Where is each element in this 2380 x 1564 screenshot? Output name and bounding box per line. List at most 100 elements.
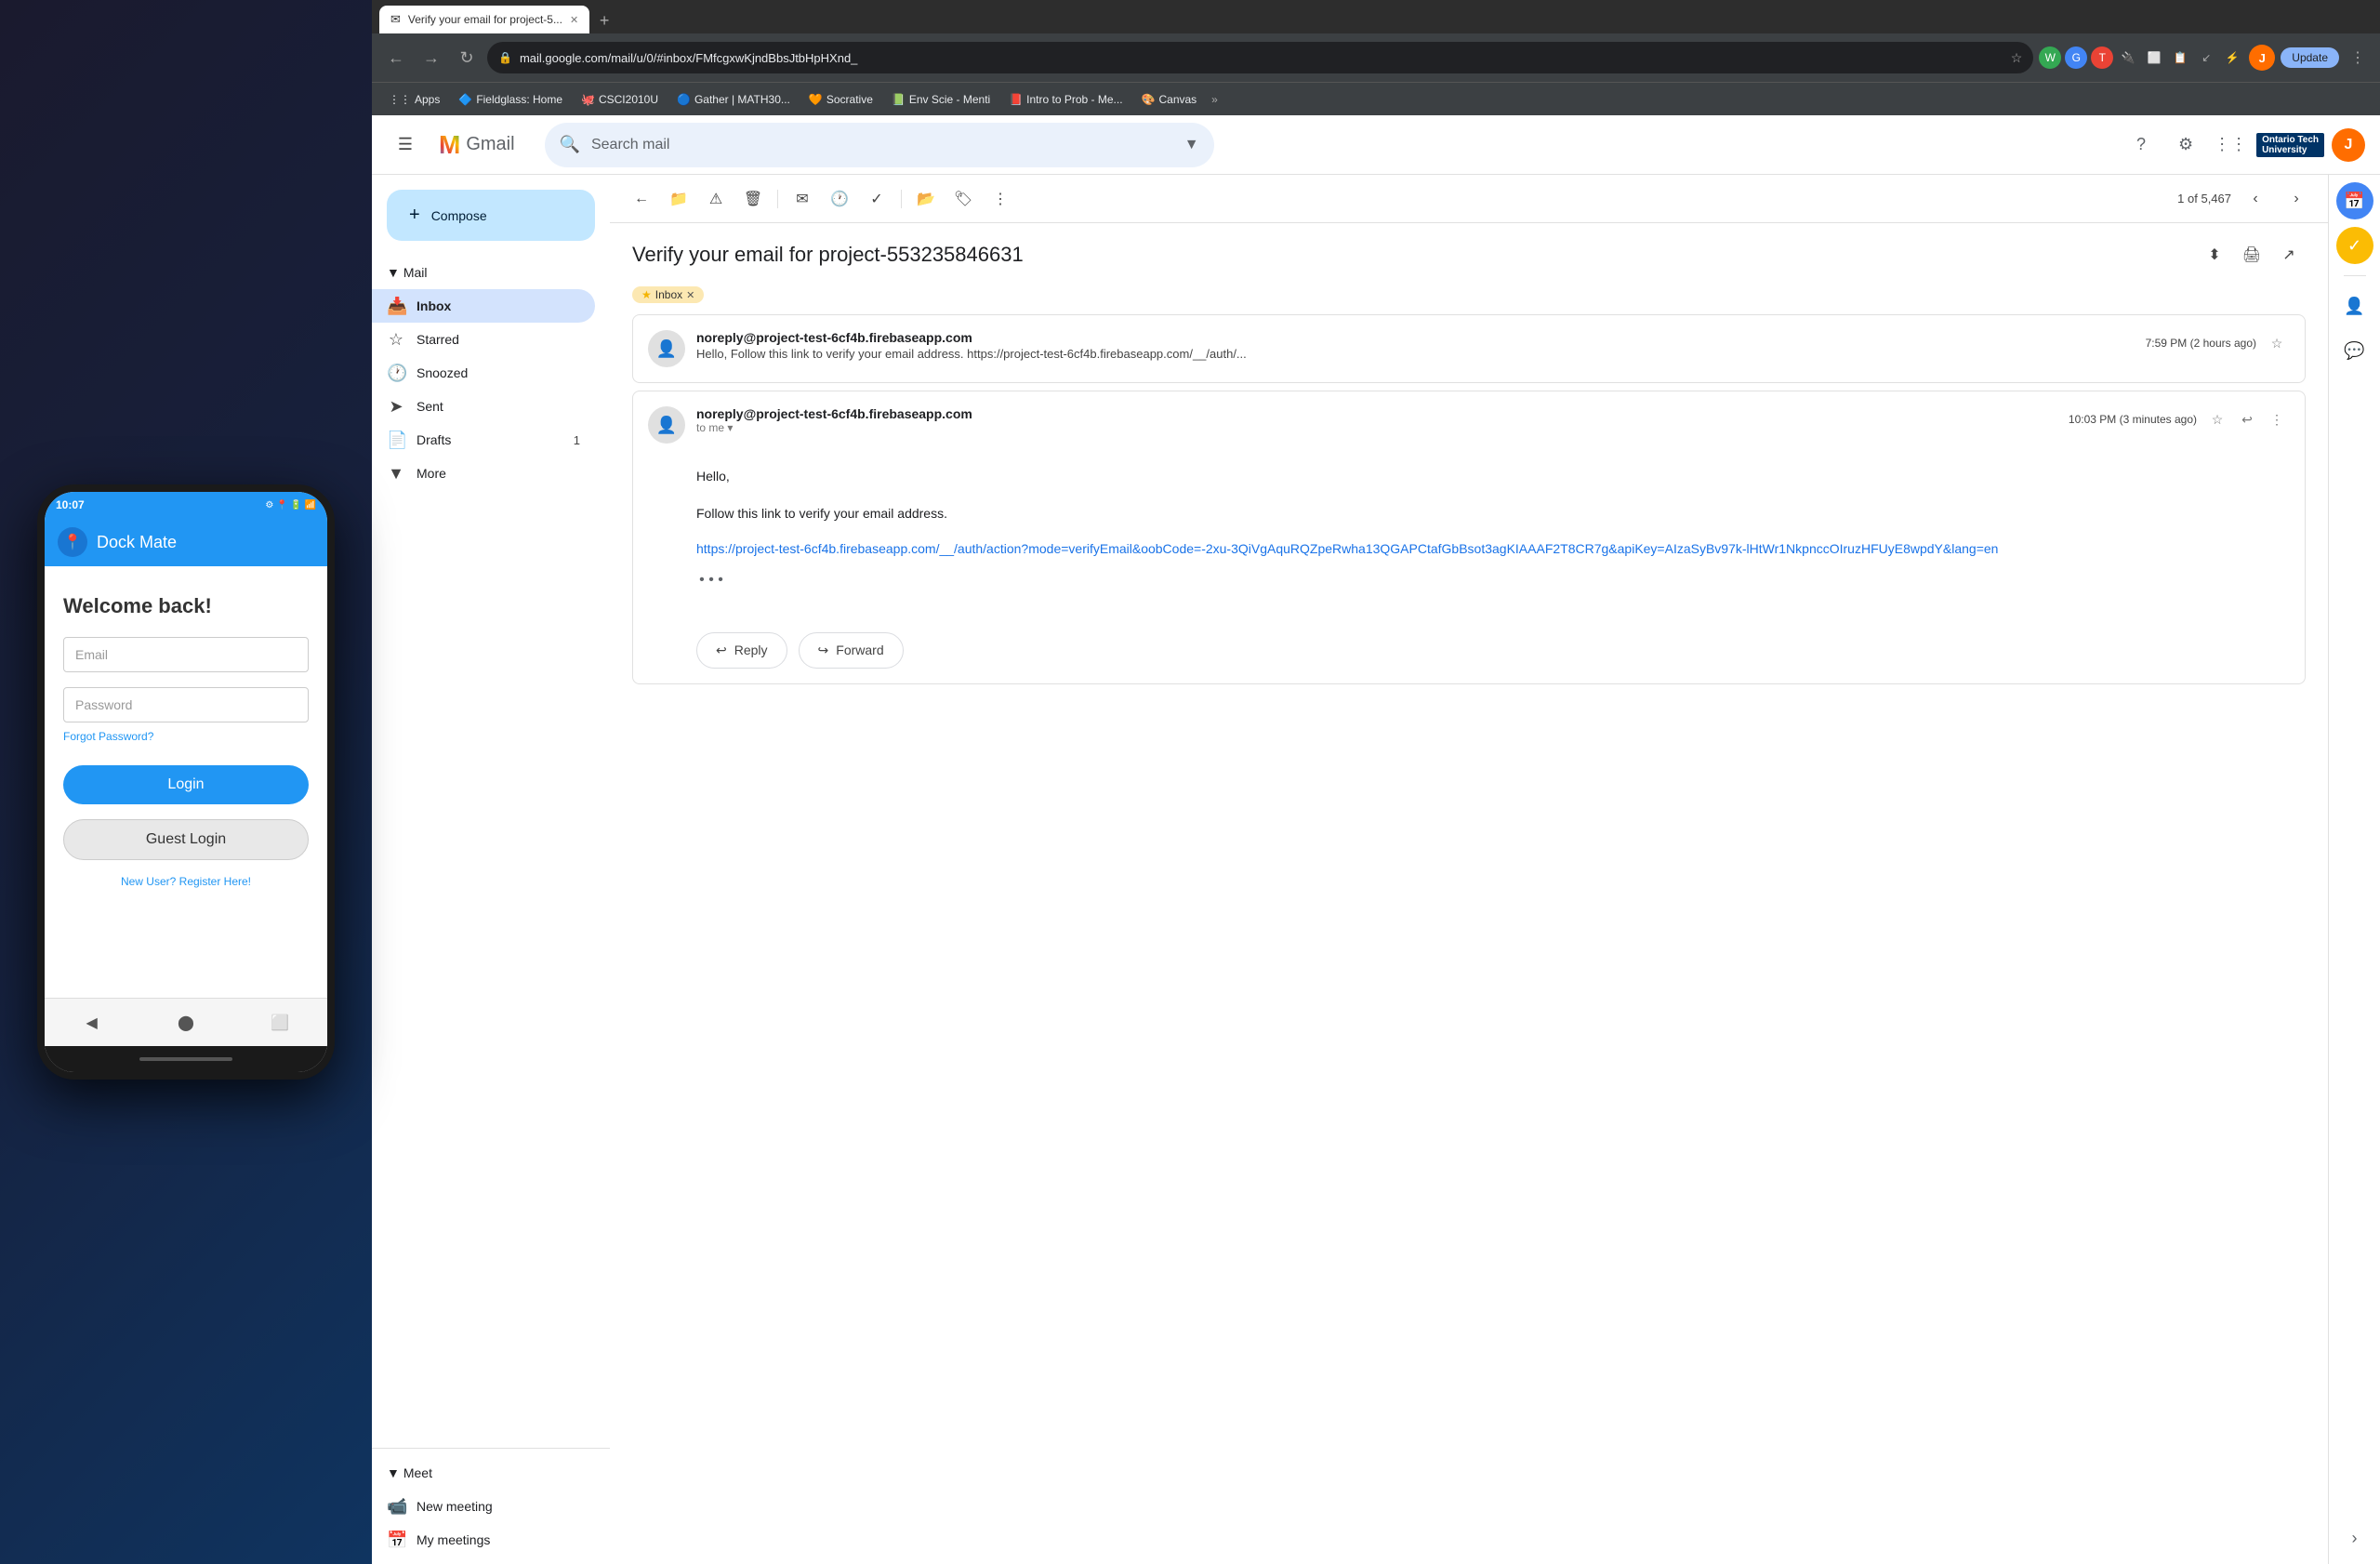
- compose-button[interactable]: + Compose: [387, 190, 595, 241]
- next-email-button[interactable]: ›: [2280, 182, 2313, 216]
- mark-unread-button[interactable]: ✉: [786, 182, 819, 216]
- archive-button[interactable]: 📁: [662, 182, 695, 216]
- gmail-body: + Compose ▼ Mail 📥 Inbox ☆ Starred 🕐: [372, 175, 2380, 1564]
- open-new-window-button[interactable]: ↗: [2272, 238, 2306, 272]
- bookmark-canvas-label: Canvas: [1158, 93, 1197, 106]
- back-button[interactable]: ←: [381, 43, 411, 73]
- email-subject-line: Verify your email for project-5532358466…: [632, 238, 2306, 272]
- calendar-sidebar-button[interactable]: 📅: [2336, 182, 2373, 219]
- bookmark-icon[interactable]: ☆: [2011, 50, 2023, 66]
- bookmark-envscie[interactable]: 📗 Env Scie - Menti: [884, 90, 998, 109]
- phone-content: Welcome back! Email Password Forgot Pass…: [45, 566, 327, 998]
- phone-home-button[interactable]: ⬤: [172, 1009, 200, 1037]
- active-tab[interactable]: ✉ Verify your email for project-5... ✕: [379, 6, 589, 33]
- phone-recents-button[interactable]: ⬜: [266, 1009, 294, 1037]
- add-task-button[interactable]: ✓: [860, 182, 893, 216]
- ext-icon-5[interactable]: ⬜: [2143, 46, 2165, 69]
- fieldglass-icon: 🔷: [458, 93, 472, 106]
- sidebar-item-inbox[interactable]: 📥 Inbox: [372, 289, 595, 323]
- sidebar-item-my-meetings[interactable]: 📅 My meetings: [372, 1523, 595, 1557]
- drafts-icon: 📄: [387, 431, 405, 450]
- email-message-2-header[interactable]: 👤 noreply@project-test-6cf4b.firebaseapp…: [633, 391, 2305, 458]
- expand-sidebar-button[interactable]: ›: [2336, 1519, 2373, 1557]
- expand-button[interactable]: ⬍: [2198, 238, 2231, 272]
- sidebar-item-snoozed[interactable]: 🕐 Snoozed: [372, 356, 595, 390]
- bookmark-csci[interactable]: 🐙 CSCI2010U: [574, 90, 666, 109]
- tab-close-button[interactable]: ✕: [570, 14, 578, 26]
- bookmark-canvas[interactable]: 🎨 Canvas: [1134, 90, 1205, 109]
- bookmark-gather[interactable]: 🔵 Gather | MATH30...: [669, 90, 798, 109]
- new-tab-button[interactable]: +: [591, 7, 617, 33]
- verification-link[interactable]: https://project-test-6cf4b.firebaseapp.c…: [696, 541, 1998, 556]
- chrome-menu-button[interactable]: ⋮: [2345, 45, 2371, 71]
- email-subject-actions: ⬍ 🖨 ↗: [2198, 238, 2306, 272]
- reload-button[interactable]: ↻: [452, 43, 482, 73]
- phone-login-button[interactable]: Login: [63, 765, 309, 804]
- ext-icon-7[interactable]: ↙: [2195, 46, 2217, 69]
- user-avatar[interactable]: J: [2332, 128, 2365, 162]
- forward-button[interactable]: →: [416, 43, 446, 73]
- report-spam-button[interactable]: ⚠: [699, 182, 733, 216]
- settings-button[interactable]: ⚙: [2167, 126, 2204, 164]
- phone-password-input[interactable]: Password: [63, 687, 309, 722]
- snooze-button[interactable]: 🕐: [823, 182, 856, 216]
- message-1-from: noreply@project-test-6cf4b.firebaseapp.c…: [696, 330, 2135, 345]
- ext-icon-6[interactable]: 📋: [2169, 46, 2191, 69]
- message-more-button[interactable]: • • •: [696, 565, 726, 595]
- meet-section-header[interactable]: ▼ Meet: [372, 1456, 610, 1490]
- gmail-search-bar[interactable]: 🔍 Search mail ▼: [545, 123, 1214, 167]
- email-message-1-header[interactable]: 👤 noreply@project-test-6cf4b.firebaseapp…: [633, 315, 2305, 382]
- browser-profile-avatar[interactable]: J: [2249, 45, 2275, 71]
- phone-forgot-password[interactable]: Forgot Password?: [63, 730, 309, 743]
- ext-icon-1[interactable]: W: [2039, 46, 2061, 69]
- phone-back-button[interactable]: ◀: [78, 1009, 106, 1037]
- move-to-button[interactable]: 📂: [909, 182, 943, 216]
- inbox-chip-icon: ★: [641, 288, 652, 301]
- tasks-sidebar-button[interactable]: ✓: [2336, 227, 2373, 264]
- ext-icon-2[interactable]: G: [2065, 46, 2087, 69]
- message-1-star-button[interactable]: ☆: [2264, 330, 2290, 356]
- forward-button[interactable]: ↪ Forward: [799, 632, 904, 669]
- back-to-inbox-button[interactable]: ←: [625, 182, 658, 216]
- apps-icon: ⋮⋮: [389, 93, 411, 106]
- gmail-menu-button[interactable]: ☰: [387, 126, 424, 164]
- bookmark-socrative[interactable]: 🧡 Socrative: [801, 90, 880, 109]
- print-button[interactable]: 🖨: [2235, 238, 2268, 272]
- inbox-chip-close[interactable]: ✕: [686, 289, 694, 301]
- contacts-sidebar-button[interactable]: 👤: [2336, 287, 2373, 325]
- browser-nav: ← → ↻ 🔒 mail.google.com/mail/u/0/#inbox/…: [372, 33, 2380, 82]
- sidebar-item-drafts[interactable]: 📄 Drafts 1: [372, 423, 595, 457]
- sidebar-item-sent[interactable]: ➤ Sent: [372, 390, 595, 423]
- bookmark-fieldglass[interactable]: 🔷 Fieldglass: Home: [451, 90, 570, 109]
- mail-section-header[interactable]: ▼ Mail: [372, 256, 610, 289]
- sidebar-item-more[interactable]: ▼ More: [372, 457, 595, 490]
- sidebar-item-new-meeting[interactable]: 📹 New meeting: [372, 1490, 595, 1523]
- address-bar[interactable]: 🔒 mail.google.com/mail/u/0/#inbox/FMfcgx…: [487, 42, 2033, 73]
- ext-icon-8[interactable]: ⚡: [2221, 46, 2243, 69]
- phone-register-link[interactable]: New User? Register Here!: [63, 875, 309, 888]
- help-button[interactable]: ?: [2122, 126, 2160, 164]
- label-button[interactable]: 🏷: [946, 182, 980, 216]
- ext-icon-3[interactable]: T: [2091, 46, 2113, 69]
- phone-email-input[interactable]: Email: [63, 637, 309, 672]
- browser-tabs: ✉ Verify your email for project-5... ✕ +: [372, 0, 2380, 33]
- search-dropdown-icon[interactable]: ▼: [1184, 137, 1199, 153]
- ext-icon-4[interactable]: 🔌: [2117, 46, 2139, 69]
- bookmark-introprob[interactable]: 📕 Intro to Prob - Me...: [1001, 90, 1130, 109]
- message-2-star-button[interactable]: ☆: [2204, 406, 2230, 432]
- phone-status-icons: ⚙ 📍 🔋 📶: [265, 500, 316, 510]
- sidebar-item-starred[interactable]: ☆ Starred: [372, 323, 595, 356]
- apps-button[interactable]: ⋮⋮: [2212, 126, 2249, 164]
- phone-guest-button[interactable]: Guest Login: [63, 819, 309, 860]
- gmail-header-right: ? ⚙ ⋮⋮ Ontario TechUniversity J: [2122, 126, 2365, 164]
- delete-button[interactable]: 🗑: [736, 182, 770, 216]
- message-2-reply-button[interactable]: ↩: [2234, 406, 2260, 432]
- chat-sidebar-button[interactable]: 💬: [2336, 332, 2373, 369]
- bookmarks-more[interactable]: »: [1211, 93, 1218, 106]
- more-toolbar-button[interactable]: ⋮: [984, 182, 1017, 216]
- previous-email-button[interactable]: ‹: [2239, 182, 2272, 216]
- update-button[interactable]: Update: [2281, 47, 2339, 68]
- bookmark-apps[interactable]: ⋮⋮ Apps: [381, 90, 447, 109]
- reply-button[interactable]: ↩ Reply: [696, 632, 787, 669]
- message-2-more-button[interactable]: ⋮: [2264, 406, 2290, 432]
